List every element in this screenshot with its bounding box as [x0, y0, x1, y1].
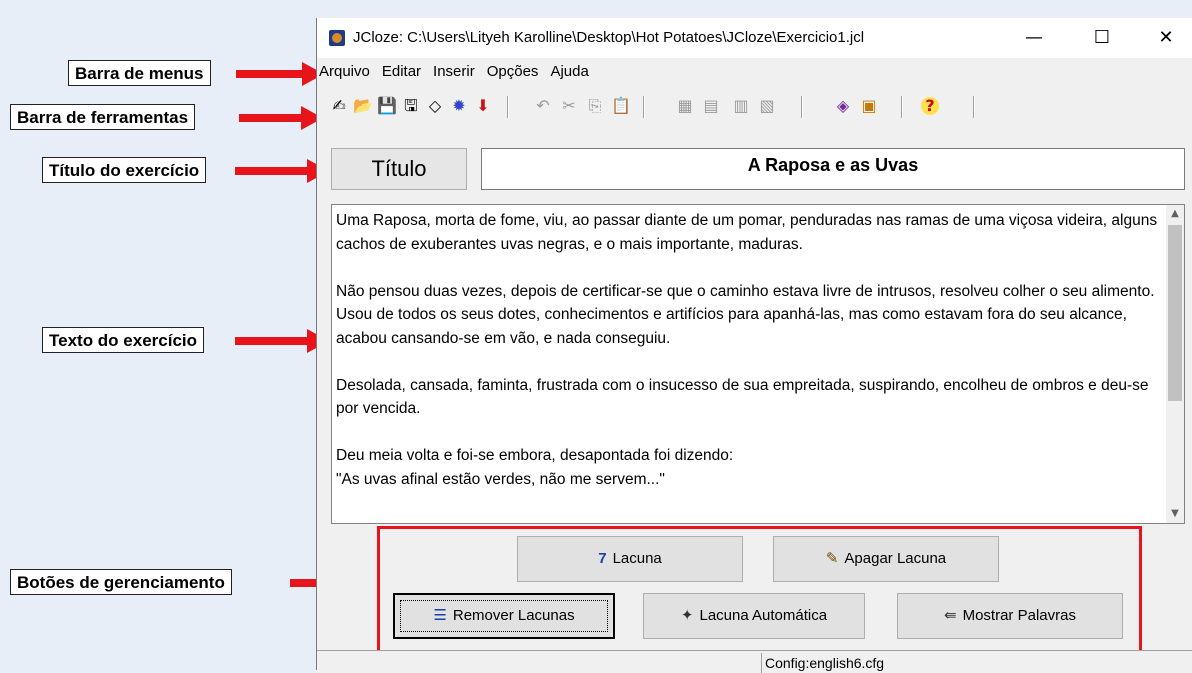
- menu-ajuda[interactable]: Ajuda: [544, 60, 594, 84]
- toolbar-separator: [973, 96, 975, 118]
- export-extra-icon[interactable]: ▧: [755, 94, 779, 118]
- toolbar-separator: [801, 96, 803, 118]
- gap-button[interactable]: 7 Lacuna: [517, 536, 743, 582]
- remove-icon: ☰: [433, 607, 447, 624]
- open-folder-icon[interactable]: 📂: [351, 94, 375, 118]
- annotation-management-buttons: Botões de gerenciamento: [10, 569, 232, 595]
- remove-gaps-label: Remover Lacunas: [452, 607, 575, 624]
- scrollbar-thumb[interactable]: [1168, 225, 1182, 401]
- toolbar-separator: [901, 96, 903, 118]
- menu-opcoes[interactable]: Opções: [481, 60, 545, 84]
- auto-gap-label: Lacuna Automática: [699, 607, 828, 624]
- title-bar: JCloze: C:\Users\Lityeh Karolline\Deskto…: [317, 18, 1192, 58]
- vertical-scrollbar[interactable]: ▲ ▼: [1166, 205, 1184, 523]
- new-file-icon[interactable]: ✍: [327, 94, 351, 118]
- export-other-icon[interactable]: ▥: [729, 94, 753, 118]
- export-web-icon[interactable]: ▦: [673, 94, 697, 118]
- exercise-title-field[interactable]: A Raposa e as Uvas: [481, 148, 1185, 190]
- text-paragraph: Uma Raposa, morta de fome, viu, ao passa…: [336, 212, 1158, 253]
- cut-icon[interactable]: ✂: [557, 94, 581, 118]
- arrow-down-icon[interactable]: ⬇: [471, 94, 495, 118]
- title-button[interactable]: Título: [331, 148, 467, 190]
- delete-gap-label: Apagar Lacuna: [844, 550, 947, 567]
- status-divider: [761, 653, 762, 673]
- palette-icon[interactable]: ◈: [831, 94, 855, 118]
- eraser-icon: ✎: [825, 550, 839, 567]
- help-icon[interactable]: ?: [921, 97, 939, 115]
- scroll-down-icon[interactable]: ▼: [1166, 505, 1184, 523]
- save-icon[interactable]: 💾: [375, 94, 399, 118]
- gap-icon: 7: [598, 550, 607, 567]
- close-button[interactable]: ✕: [1143, 18, 1189, 58]
- text-paragraph: Usou de todos os seus dotes, conheciment…: [336, 306, 1127, 347]
- window-title: JCloze: C:\Users\Lityeh Karolline\Deskto…: [353, 29, 865, 46]
- jcloze-app-icon: [329, 30, 345, 46]
- jcloze-window: JCloze: C:\Users\Lityeh Karolline\Deskto…: [316, 18, 1192, 673]
- export-print-icon[interactable]: ▤: [699, 94, 723, 118]
- menu-editar[interactable]: Editar: [376, 60, 427, 84]
- toolbar-separator: [507, 96, 509, 118]
- minimize-button[interactable]: —: [1011, 18, 1057, 58]
- text-paragraph: Deu meia volta e foi-se embora, desapont…: [336, 447, 734, 464]
- menu-arquivo[interactable]: Arquivo: [317, 60, 376, 84]
- erase-icon[interactable]: ◇: [423, 94, 447, 118]
- annotation-arrow: [239, 106, 325, 130]
- scroll-up-icon[interactable]: ▲: [1166, 205, 1184, 223]
- exercise-text-area[interactable]: Uma Raposa, morta de fome, viu, ao passa…: [331, 204, 1185, 524]
- annotation-exercise-title: Título do exercício: [42, 157, 207, 183]
- annotation-menu-bar: Barra de menus: [68, 60, 211, 86]
- save-as-icon[interactable]: 🖫: [399, 94, 423, 118]
- paste-icon[interactable]: 📋: [609, 94, 633, 118]
- config-status: Config:english6.cfg: [765, 655, 885, 671]
- config-icon[interactable]: ▣: [857, 94, 881, 118]
- toolbar: ✍ 📂 💾 🖫 ◇ ✹ ⬇ ↶ ✂ ⎘ 📋 ▦ ▤ ▥ ▧ ◈ ▣ ?: [317, 90, 1192, 124]
- gap-label: Lacuna: [612, 550, 662, 567]
- menu-inserir[interactable]: Inserir: [427, 60, 481, 84]
- annotation-arrow: [236, 62, 324, 86]
- text-paragraph: "As uvas afinal estão verdes, não me ser…: [336, 470, 665, 488]
- text-paragraph: Não pensou duas vezes, depois de certifi…: [336, 282, 1155, 300]
- list-icon: ⇚: [944, 607, 957, 624]
- remove-gaps-button[interactable]: ☰ Remover Lacunas: [393, 593, 615, 639]
- annotation-exercise-text: Texto do exercício: [42, 327, 205, 353]
- show-words-button[interactable]: ⇚ Mostrar Palavras: [897, 593, 1123, 639]
- toolbar-separator: [643, 96, 645, 118]
- text-paragraph: Desolada, cansada, faminta, frustrada co…: [336, 376, 1149, 418]
- delete-gap-button[interactable]: ✎ Apagar Lacuna: [773, 536, 999, 582]
- menu-bar: Arquivo Editar Inserir Opções Ajuda: [317, 60, 1192, 84]
- magic-wand-icon: ✦: [680, 607, 694, 624]
- show-words-label: Mostrar Palavras: [962, 607, 1076, 624]
- undo-icon[interactable]: ↶: [531, 94, 555, 118]
- maximize-button[interactable]: ☐: [1079, 18, 1125, 58]
- annotation-toolbar: Barra de ferramentas: [10, 104, 196, 130]
- copy-icon[interactable]: ⎘: [583, 94, 607, 118]
- exercise-text: Uma Raposa, morta de fome, viu, ao passa…: [336, 209, 1162, 515]
- auto-gap-button[interactable]: ✦ Lacuna Automática: [643, 593, 865, 639]
- puzzle-icon[interactable]: ✹: [447, 94, 471, 118]
